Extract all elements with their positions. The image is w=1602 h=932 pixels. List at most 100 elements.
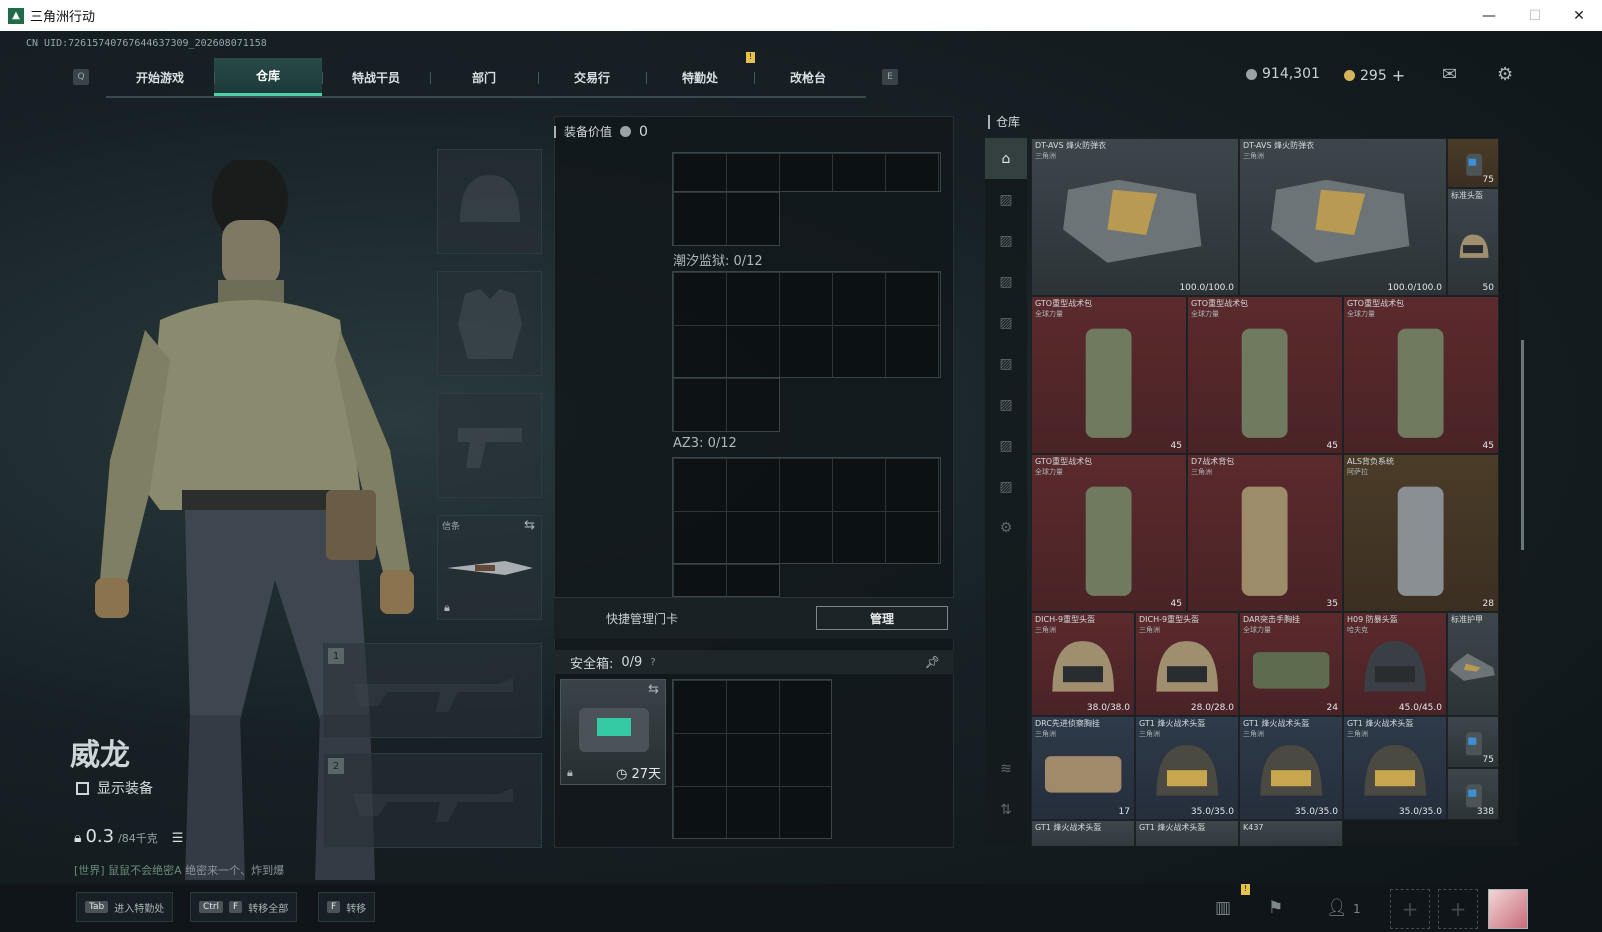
- warehouse-item[interactable]: 338: [1447, 768, 1499, 820]
- warehouse-item[interactable]: H09 防暴头盔 哈夫克 45.0/45.0: [1343, 612, 1447, 716]
- weight-list-icon[interactable]: ☰: [172, 831, 184, 846]
- tab-gunsmith[interactable]: 改枪台: [754, 58, 862, 96]
- helmet-slot[interactable]: [437, 149, 542, 254]
- item-faction: 三角洲: [1139, 626, 1160, 634]
- tab-all-warehouse-icon[interactable]: ⌂: [985, 138, 1027, 179]
- warehouse-item[interactable]: 标准头盔 50: [1447, 188, 1499, 296]
- safe-box-item[interactable]: ⇆ 🔒︎ ◷ 27天: [560, 679, 666, 785]
- melee-slot[interactable]: 信条 ⇆ 🔒︎: [437, 515, 542, 620]
- swap-icon[interactable]: ⇆: [524, 518, 535, 533]
- hint-enter-special-ops[interactable]: Tab 进入特勤处: [76, 892, 174, 922]
- category-tab-icon[interactable]: ▨: [985, 179, 1027, 220]
- next-tab-key[interactable]: E: [882, 69, 898, 85]
- header-bar: [554, 125, 556, 138]
- pin-icon[interactable]: 📌︎: [925, 655, 940, 669]
- warehouse-item[interactable]: GT1 烽火战术头盔: [1031, 820, 1135, 846]
- armor-slot[interactable]: [437, 271, 542, 376]
- category-tab-icon[interactable]: ▨: [985, 220, 1027, 261]
- warehouse-header: 仓库: [988, 113, 1020, 130]
- warehouse-item[interactable]: GT1 烽火战术头盔 三角洲 35.0/35.0: [1239, 716, 1343, 820]
- warehouse-item[interactable]: 标准护甲: [1447, 612, 1499, 716]
- add-squad-member-button[interactable]: +: [1438, 889, 1478, 929]
- maximize-button[interactable]: ☐: [1512, 0, 1558, 31]
- add-squad-member-button[interactable]: +: [1390, 889, 1430, 929]
- stack-layers-icon[interactable]: ≋: [985, 748, 1027, 789]
- warehouse-item[interactable]: D7战术背包 三角洲 35: [1187, 454, 1343, 612]
- warehouse-item[interactable]: K437: [1239, 820, 1343, 846]
- safe-box-grid[interactable]: [672, 679, 832, 839]
- container-grid-az3[interactable]: [672, 457, 941, 564]
- manage-button[interactable]: 管理: [816, 606, 948, 630]
- show-equipment-checkbox[interactable]: [76, 781, 89, 795]
- add-currency-button[interactable]: +: [1392, 66, 1405, 85]
- warehouse-item[interactable]: DICH-9重型头盔 三角洲 38.0/38.0: [1031, 612, 1135, 716]
- category-tab-icon[interactable]: ▨: [985, 466, 1027, 507]
- primary-weapon-slot[interactable]: 1: [323, 643, 542, 738]
- tab-start-game[interactable]: 开始游戏: [106, 58, 214, 96]
- flag-icon[interactable]: ⚑: [1268, 898, 1283, 918]
- tab-department[interactable]: 部门: [430, 58, 538, 96]
- container-grid-top[interactable]: [672, 152, 941, 192]
- warehouse-item[interactable]: ALS背负系统 阿萨拉 28: [1343, 454, 1499, 612]
- item-durability: 100.0/100.0: [1179, 283, 1234, 293]
- container-grid-tide-prison-lower[interactable]: [672, 377, 780, 432]
- minimize-button[interactable]: —: [1466, 0, 1512, 31]
- item-faction: 三角洲: [1139, 730, 1160, 738]
- warehouse-item[interactable]: GTO重型战术包 全球力量 45: [1031, 454, 1187, 612]
- warehouse-item[interactable]: DRC先进侦察胸挂 三角洲 17: [1031, 716, 1135, 820]
- item-name: D7战术背包: [1191, 457, 1235, 466]
- warehouse-settings-icon[interactable]: ⚙: [985, 507, 1027, 548]
- stats-chart-icon[interactable]: ▥: [1215, 898, 1231, 918]
- tab-trading[interactable]: 交易行: [538, 58, 646, 96]
- safe-swap-icon[interactable]: ⇆: [648, 682, 659, 697]
- secondary-weapon-slot[interactable]: 2: [323, 753, 542, 848]
- mail-icon[interactable]: ✉: [1442, 64, 1457, 85]
- chat-message: 绝密来一个、炸到爆: [185, 864, 285, 877]
- warehouse-item[interactable]: 75: [1447, 138, 1499, 188]
- squad-icon[interactable]: 👤︎ 1: [1326, 898, 1361, 918]
- container-grid-tide-prison[interactable]: [672, 271, 941, 378]
- warehouse-item[interactable]: DICH-9重型头盔 三角洲 28.0/28.0: [1135, 612, 1239, 716]
- pistol-slot[interactable]: [437, 393, 542, 498]
- settings-gear-icon[interactable]: ⚙: [1497, 64, 1513, 85]
- category-tab-icon[interactable]: ▨: [985, 302, 1027, 343]
- hint-transfer-all[interactable]: Ctrl F 转移全部: [190, 892, 298, 922]
- prev-tab-key[interactable]: Q: [73, 69, 89, 85]
- show-equipment-toggle[interactable]: 显示装备: [76, 778, 153, 798]
- item-name: GT1 烽火战术头盔: [1035, 823, 1102, 832]
- warehouse-item[interactable]: GTO重型战术包 全球力量 45: [1343, 296, 1499, 454]
- category-tab-icon[interactable]: ▨: [985, 343, 1027, 384]
- item-image: [1271, 180, 1415, 272]
- container-grid-top-lower[interactable]: [672, 191, 780, 246]
- sort-icon[interactable]: ⇅: [985, 789, 1027, 830]
- category-tab-icon[interactable]: ▨: [985, 425, 1027, 466]
- world-chat-line[interactable]: [世界] 鼠鼠不会绝密A 绝密来一个、炸到爆: [74, 862, 284, 878]
- close-button[interactable]: ✕: [1556, 0, 1602, 31]
- item-image: [1063, 180, 1207, 272]
- warehouse-item[interactable]: DAR突击手胸挂 全球力量 24: [1239, 612, 1343, 716]
- carry-weight: 🔒︎ 0.3 /84千克 ☰: [74, 826, 183, 847]
- warehouse-item[interactable]: DT-AVS 烽火防弹衣 三角洲 100.0/100.0: [1239, 138, 1447, 296]
- warehouse-item[interactable]: GTO重型战术包 全球力量 45: [1187, 296, 1343, 454]
- tab-operators[interactable]: 特战干员: [322, 58, 430, 96]
- safe-box-help[interactable]: ?: [650, 657, 655, 668]
- item-durability: 45: [1170, 599, 1182, 609]
- player-avatar[interactable]: [1488, 889, 1528, 929]
- warehouse-scrollbar[interactable]: [1521, 340, 1524, 550]
- tab-special-ops[interactable]: 特勤处: [646, 58, 754, 96]
- safe-lock-icon: 🔒︎: [567, 766, 573, 779]
- hint-transfer[interactable]: F 转移: [318, 892, 376, 922]
- container-grid-az3-lower[interactable]: [672, 563, 780, 597]
- warehouse-item[interactable]: GTO重型战术包 全球力量 45: [1031, 296, 1187, 454]
- warehouse-item[interactable]: 75: [1447, 716, 1499, 768]
- tab-warehouse[interactable]: 仓库: [214, 58, 322, 96]
- category-tab-icon[interactable]: ▨: [985, 384, 1027, 425]
- warehouse-item[interactable]: GT1 烽火战术头盔: [1135, 820, 1239, 846]
- silver-coin-icon: [1246, 68, 1257, 80]
- category-tab-icon[interactable]: ▨: [985, 261, 1027, 302]
- operator-name: 威龙: [70, 738, 130, 773]
- warehouse-item[interactable]: GT1 烽火战术头盔 三角洲 35.0/35.0: [1343, 716, 1447, 820]
- warehouse-item[interactable]: GT1 烽火战术头盔 三角洲 35.0/35.0: [1135, 716, 1239, 820]
- warehouse-item[interactable]: DT-AVS 烽火防弹衣 三角洲 100.0/100.0: [1031, 138, 1239, 296]
- armor-ghost-icon: [457, 288, 522, 359]
